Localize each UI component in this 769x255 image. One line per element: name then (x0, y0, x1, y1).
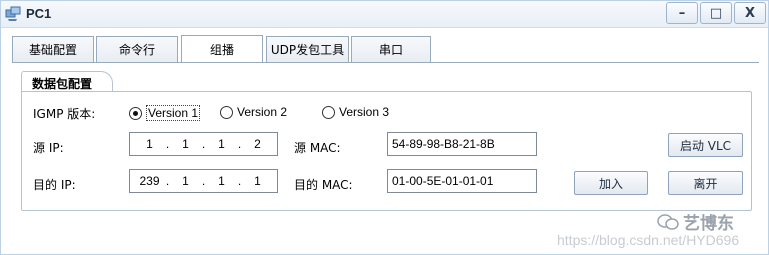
tab-serial[interactable]: 串口 (351, 36, 431, 62)
maximize-button[interactable]: □ (700, 2, 732, 24)
tab-content-divider (12, 62, 759, 63)
destination-ip-input[interactable]: 239 . 1 . 1 . 1 (129, 169, 278, 193)
start-vlc-button[interactable]: 启动 VLC (668, 133, 743, 157)
close-icon: X (744, 5, 756, 21)
destination-ip-label: 目的 IP: (33, 178, 76, 192)
radio-version-2[interactable]: Version 2 (220, 105, 287, 119)
minimize-button[interactable]: – (666, 2, 698, 24)
destination-mac-label: 目的 MAC: (294, 178, 353, 192)
radio-unselected-icon (322, 105, 335, 119)
leave-button[interactable]: 离开 (668, 171, 743, 195)
source-mac-input[interactable]: 54-89-98-B8-21-8B (387, 132, 537, 156)
pc-app-icon (5, 6, 21, 21)
radio-label: Version 1 (146, 105, 201, 121)
ip-octet: 1 (182, 137, 189, 151)
app-window: PC1 – □ X 基础配置 命令行 组播 UDP发包工具 串口 数据包配置 I… (0, 0, 769, 255)
radio-unselected-icon (220, 105, 233, 119)
group-title: 数据包配置 (32, 77, 93, 91)
watermark-brand-text: 艺博东 (683, 214, 734, 234)
button-label: 加入 (598, 176, 623, 191)
radio-version-3[interactable]: Version 3 (322, 105, 389, 119)
title-bar: PC1 – □ X (1, 1, 768, 28)
destination-mac-input[interactable]: 01-00-5E-01-01-01 (387, 169, 537, 193)
ip-dot: . (237, 137, 242, 151)
ip-octet: 1 (218, 137, 225, 151)
ip-dot: . (237, 174, 242, 188)
ip-octet: 1 (182, 174, 189, 188)
radio-selected-icon (129, 106, 142, 120)
close-button[interactable]: X (734, 2, 766, 24)
source-ip-input[interactable]: 1 . 1 . 1 . 2 (129, 132, 278, 156)
ip-octet: 1 (146, 137, 153, 151)
join-button[interactable]: 加入 (574, 171, 648, 195)
maximize-icon: □ (709, 5, 723, 21)
ip-octet: 1 (218, 174, 225, 188)
tab-label: UDP发包工具 (270, 43, 345, 57)
chat-bubble-icon (657, 213, 679, 230)
source-mac-value: 54-89-98-B8-21-8B (392, 137, 495, 151)
button-label: 离开 (693, 176, 718, 191)
ip-dot: . (201, 137, 206, 151)
source-mac-label: 源 MAC: (294, 141, 341, 155)
tab-label: 基础配置 (28, 43, 77, 57)
ip-octet: 239 (139, 174, 160, 188)
ip-octet: 1 (254, 174, 261, 188)
tab-label: 串口 (378, 43, 403, 57)
tab-multicast[interactable]: 组播 (181, 35, 263, 62)
tab-label: 命令行 (118, 43, 155, 57)
destination-mac-value: 01-00-5E-01-01-01 (392, 174, 494, 188)
ip-dot: . (201, 174, 206, 188)
window-controls: – □ X (664, 2, 766, 24)
radio-label: Version 2 (237, 105, 288, 119)
radio-label: Version 3 (339, 105, 390, 119)
watermark-url: https://blog.csdn.net/HYD696 (557, 232, 740, 248)
source-ip-label: 源 IP: (33, 141, 64, 155)
tab-label: 组播 (209, 42, 234, 57)
minimize-icon: – (678, 5, 686, 21)
ip-dot: . (165, 174, 170, 188)
igmp-version-label: IGMP 版本: (33, 107, 96, 121)
tab-udp-tool[interactable]: UDP发包工具 (266, 36, 349, 62)
watermark-brand: 艺博东 (657, 209, 734, 234)
tab-command-line[interactable]: 命令行 (96, 36, 178, 62)
ip-octet: 2 (254, 137, 261, 151)
radio-version-1[interactable]: Version 1 (129, 105, 201, 121)
window-title: PC1 (26, 6, 52, 21)
ip-dot: . (165, 137, 170, 151)
button-label: 启动 VLC (679, 138, 732, 153)
tab-basic-config[interactable]: 基础配置 (12, 36, 94, 62)
